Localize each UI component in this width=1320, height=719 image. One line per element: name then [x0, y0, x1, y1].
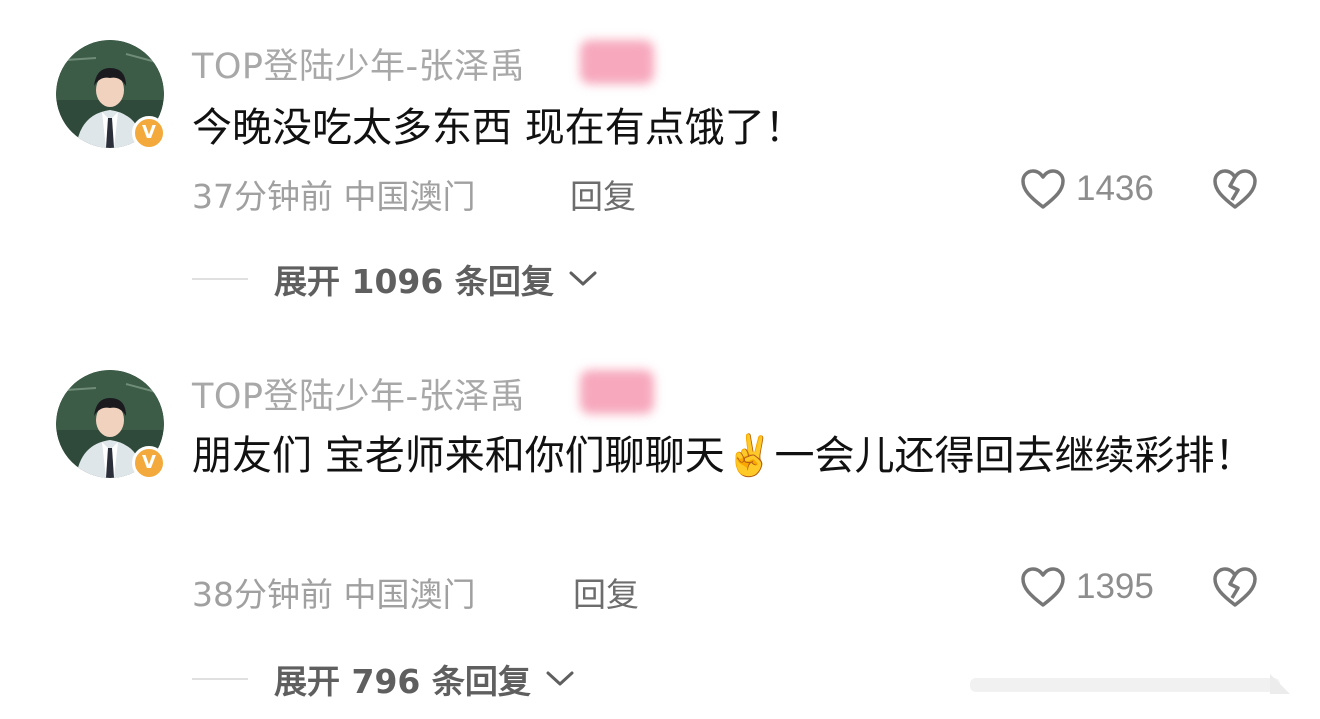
- broken-heart-icon: [1213, 169, 1257, 209]
- comment-text: 朋友们 宝老师来和你们聊聊天✌️一会儿还得回去继续彩排！: [192, 433, 1255, 479]
- expand-replies-button[interactable]: 展开 1096 条回复: [192, 255, 598, 303]
- username[interactable]: TOP登陆少年-张泽禹: [192, 38, 525, 89]
- avatar[interactable]: V: [56, 370, 166, 480]
- blurred-tag: [580, 370, 654, 414]
- chevron-down-icon: [546, 671, 574, 686]
- verified-badge-icon: V: [132, 446, 166, 480]
- expand-replies-button[interactable]: 展开 796 条回复: [192, 655, 575, 703]
- like-count: 1436: [1076, 169, 1154, 208]
- reply-button[interactable]: 回复: [570, 170, 636, 218]
- like-count: 1395: [1076, 567, 1154, 606]
- broken-heart-icon: [1213, 567, 1257, 607]
- heart-outline-icon: [1021, 169, 1065, 209]
- like-button[interactable]: 1395: [1020, 566, 1154, 608]
- divider: [192, 278, 248, 280]
- blurred-tag: [580, 40, 654, 84]
- comment-time-location: 37分钟前 中国澳门: [192, 177, 476, 216]
- avatar[interactable]: V: [56, 40, 166, 150]
- reply-button[interactable]: 回复: [573, 568, 639, 616]
- watermark: [970, 674, 1290, 694]
- dislike-button[interactable]: [1212, 566, 1258, 612]
- comment-time-location: 38分钟前 中国澳门: [192, 575, 476, 614]
- chevron-down-icon: [569, 271, 597, 286]
- divider: [192, 678, 248, 680]
- heart-outline-icon: [1021, 567, 1065, 607]
- comment-text: 今晚没吃太多东西 现在有点饿了！: [192, 105, 805, 151]
- username[interactable]: TOP登陆少年-张泽禹: [192, 368, 525, 419]
- like-button[interactable]: 1436: [1020, 168, 1154, 210]
- verified-badge-icon: V: [132, 116, 166, 150]
- expand-replies-label: 展开 1096 条回复: [274, 262, 554, 301]
- dislike-button[interactable]: [1212, 168, 1258, 214]
- expand-replies-label: 展开 796 条回复: [274, 662, 531, 701]
